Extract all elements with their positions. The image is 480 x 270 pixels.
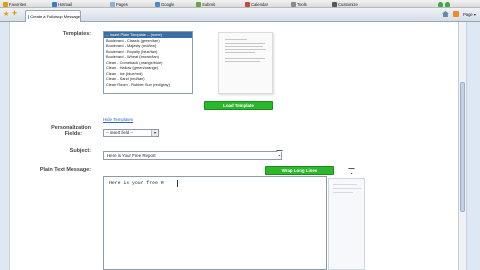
templates-label: Templates: (62, 31, 91, 37)
scrollbar-thumb[interactable] (460, 82, 465, 212)
tools-icon (291, 1, 296, 7)
chevron-down-icon: ▾ (151, 130, 158, 136)
vertical-scrollbar[interactable] (458, 22, 466, 270)
subject-field[interactable]: Here is Your Free Report (103, 151, 282, 160)
template-option[interactable]: Clean Room - Rubber Sun (red/gray) (104, 82, 192, 88)
command-bar: Page ▾ (441, 11, 476, 17)
submit-icon (196, 1, 201, 7)
plain-text-message-field[interactable]: Here is your free R (103, 176, 327, 270)
person-icon (438, 1, 443, 7)
load-template-button[interactable]: Load Template (204, 101, 273, 110)
person-icon (445, 1, 450, 7)
home-icon[interactable] (441, 11, 449, 17)
page-icon (110, 1, 115, 7)
followup-form: Templates: -- Insert Plain Template -- (… (9, 22, 467, 270)
link-google[interactable]: Google (155, 1, 175, 7)
link-favorites[interactable]: Favorites (3, 1, 26, 7)
text-caret (177, 180, 178, 187)
star-icon (3, 1, 8, 7)
wrap-long-lines-button[interactable]: Wrap Long Lines (265, 166, 334, 175)
link-hotmail[interactable]: Hotmail (52, 1, 72, 7)
plain-text-label: Plain Text Message: (39, 167, 91, 173)
link-pages[interactable]: Pages (110, 1, 128, 7)
template-preview (218, 32, 273, 94)
gear-icon (332, 1, 337, 7)
page-area: Templates: -- Insert Plain Template -- (… (0, 22, 480, 270)
tab-bar: ★ ✚ Create a Followup Message Page ▾ (0, 8, 480, 22)
add-favorite-icon[interactable]: ✚ (12, 11, 17, 18)
green-figure-icons (438, 1, 450, 7)
hide-templates-link[interactable]: Hide Templates (103, 117, 133, 122)
link-submit[interactable]: Submit (196, 1, 215, 7)
link-customize[interactable]: Customize (332, 1, 358, 7)
side-panel (328, 178, 365, 270)
message-body-text: Here is your free R (109, 181, 164, 186)
links-bar: Favorites Hotmail Pages Google Submit Ca… (0, 0, 480, 8)
mail-icon (52, 1, 57, 7)
link-calendar[interactable]: Calendar (245, 1, 268, 7)
favorites-star-icon[interactable]: ★ (3, 11, 9, 18)
personalization-label-line2: Fields: (64, 131, 82, 137)
filter-icon[interactable] (348, 168, 355, 174)
templates-listbox[interactable]: -- Insert Plain Template -- (none) Boulev… (103, 31, 193, 94)
google-icon (155, 1, 160, 7)
page-menu[interactable]: Page ▾ (463, 12, 476, 17)
calendar-icon (245, 1, 250, 7)
feed-icon[interactable] (452, 11, 459, 17)
tab-create-followup[interactable]: Create a Followup Message (25, 10, 81, 22)
subject-label: Subject: (69, 148, 91, 154)
screenshot: Favorites Hotmail Pages Google Submit Ca… (0, 0, 480, 270)
link-tools[interactable]: Tools (291, 1, 307, 7)
personalization-fields-select[interactable]: -- insert field -- ▾ (103, 129, 159, 137)
